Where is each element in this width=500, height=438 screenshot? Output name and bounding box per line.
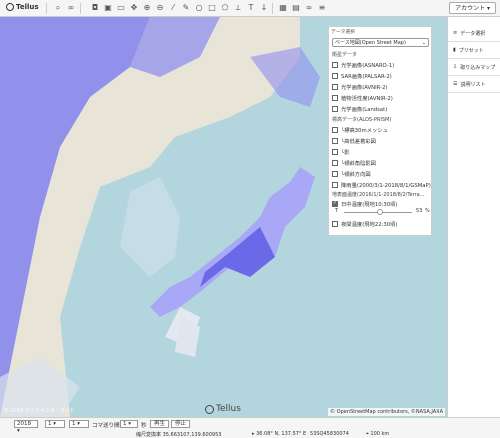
polygon-icon[interactable]: ⬠	[220, 3, 230, 13]
divider	[80, 3, 81, 14]
layer-toggle-night-temp[interactable]: 夜間温度(現地22:30頃)	[332, 220, 397, 228]
opacity-slider-row: T 53 %	[332, 208, 430, 216]
layer-toggle[interactable]: 光学画像(ASNARO-1)	[332, 61, 394, 69]
opacity-value: 53	[416, 208, 423, 214]
circle-icon[interactable]: ○	[194, 3, 204, 13]
section-temperature: 地表面温度(2016/1/1-2018/8/2/Terra...	[332, 192, 425, 198]
app-logo[interactable]: Tellus	[6, 3, 39, 11]
layers-icon[interactable]: ≡	[317, 3, 327, 13]
checkbox[interactable]	[332, 138, 338, 144]
layer-toggle[interactable]: └影	[332, 148, 350, 156]
folder-icon[interactable]: ▭	[116, 3, 126, 13]
account-button[interactable]: アカウント ▾	[449, 2, 496, 14]
layer-toggle[interactable]: └標高30mメッシュ	[332, 126, 388, 134]
layer-toggle[interactable]: └高低差着彩図	[332, 137, 376, 145]
panel-header: データ選択	[331, 30, 355, 35]
day-select[interactable]: 1 ▾	[69, 420, 89, 428]
layer-toggle[interactable]: 植物活性度(AVNIR-2)	[332, 94, 393, 102]
chevron-down-icon: ⌄	[421, 40, 426, 46]
layer-toggle[interactable]: └傾斜角陰影図	[332, 159, 376, 167]
layers-icon: ≡	[453, 30, 458, 36]
base-map-select[interactable]: ベース地図(Open Street Map) ⌄	[332, 38, 429, 47]
checkbox[interactable]	[332, 182, 338, 188]
layer-toggle-rainfall[interactable]: 降雨量(2000/3/1-2018/8/1/GSMaP)	[332, 181, 431, 189]
checkbox[interactable]	[332, 95, 338, 101]
section-elevation: 標高データ(ALOS-PRISM)	[332, 117, 392, 123]
zoom-in-icon[interactable]: ⊕	[142, 3, 152, 13]
checkbox[interactable]	[332, 160, 338, 166]
mgrs-readout: 53SQ45830074	[310, 431, 349, 437]
map-attribution[interactable]: © OpenStreetMap contributors, ©NASA,JAXA	[328, 408, 445, 416]
sidebar-item-import-map[interactable]: ⇩ 取り込みマップ	[448, 59, 500, 76]
map-brand: Tellus	[205, 404, 241, 414]
divider	[46, 3, 47, 14]
search-icon[interactable]: ⌕	[53, 3, 63, 13]
link-icon[interactable]: ∞	[66, 3, 76, 13]
sidebar-item-data-select[interactable]: ≡ データ選択	[448, 25, 500, 42]
checkbox[interactable]	[332, 73, 338, 79]
layer-toggle[interactable]: SAR画像(PALSAR-2)	[332, 72, 392, 80]
pointer-icon[interactable]: ✥	[129, 3, 139, 13]
pen-icon[interactable]: ✎	[181, 3, 191, 13]
ruler-icon[interactable]: ⟂	[233, 3, 243, 13]
grid-icon[interactable]: ▤	[291, 3, 301, 13]
play-button[interactable]: 再生	[150, 420, 170, 428]
logo-icon	[6, 3, 14, 11]
interval-unit: 秒	[141, 423, 147, 429]
table-icon[interactable]: ▦	[278, 3, 288, 13]
bookmark-icon: ▮	[453, 47, 456, 53]
share-link-icon[interactable]: ∞	[304, 3, 314, 13]
checkbox[interactable]	[332, 106, 338, 112]
checkbox[interactable]	[332, 127, 338, 133]
opacity-unit: %	[425, 208, 430, 214]
timeline-bar: 2018 ▾ 1 ▾ 1 ▾ コマ送り間隔 1 ▾ 秒 再生 停止 縮尺変換率 …	[0, 417, 500, 438]
list-icon: ☰	[453, 81, 458, 87]
checkbox[interactable]	[332, 221, 338, 227]
checkbox[interactable]	[332, 171, 338, 177]
brand-logo-icon	[205, 404, 214, 414]
layer-toggle[interactable]: 光学画像(Landsat)	[332, 105, 387, 113]
sidebar-item-preset[interactable]: ▮ プリセット	[448, 42, 500, 59]
text-icon[interactable]: T	[246, 3, 256, 13]
layer-toggle-day-temp[interactable]: 日中温度(現地10:30頃)	[332, 200, 397, 208]
coords-readout: ▸ 36.08° N, 137.57° E	[252, 431, 307, 437]
divider	[272, 3, 273, 14]
data-select-panel: データ選択 ベース地図(Open Street Map) ⌄ 衛星データ 光学画像…	[328, 26, 432, 236]
line-icon[interactable]: ⁄	[168, 3, 178, 13]
import-icon: ⇩	[453, 64, 458, 70]
camera-icon[interactable]: ◘	[90, 3, 100, 13]
sidebar-item-list[interactable]: ☰ 説明リスト	[448, 76, 500, 93]
scale-bar: ⌖ 100 km	[366, 431, 390, 437]
year-select[interactable]: 2018 ▾	[14, 420, 38, 434]
month-select[interactable]: 1 ▾	[45, 420, 65, 428]
rectangle-icon[interactable]: □	[207, 3, 217, 13]
checkbox[interactable]	[332, 149, 338, 155]
scale-info: 縮尺変換率 35.663107,139.600953	[136, 432, 222, 438]
opacity-label: T	[335, 208, 339, 214]
right-sidebar: ≡ データ選択 ▮ プリセット ⇩ 取り込みマップ ☰ 説明リスト	[447, 17, 500, 417]
download-icon[interactable]: ↓	[259, 3, 269, 13]
layer-toggle[interactable]: 光学画像(AVNIR-2)	[332, 83, 388, 91]
interval-select[interactable]: 1 ▾	[120, 420, 138, 428]
checkbox[interactable]	[332, 62, 338, 68]
toolbar: Tellus ⌕ ∞ ◘ ▣ ▭ ✥ ⊕ ⊖ ⁄ ✎ ○ □ ⬠ ⟂ T ↓ ▦…	[0, 0, 500, 17]
image-icon[interactable]: ▣	[103, 3, 113, 13]
opacity-slider-handle[interactable]	[377, 209, 384, 215]
checkbox[interactable]	[332, 200, 338, 207]
zoom-out-icon[interactable]: ⊖	[155, 3, 165, 13]
map-copyright: © 2018 さくらインターネット	[4, 408, 75, 414]
stop-button[interactable]: 停止	[171, 420, 191, 428]
section-satellite: 衛星データ	[332, 52, 358, 58]
checkbox[interactable]	[332, 84, 338, 90]
layer-toggle[interactable]: └傾斜方向図	[332, 170, 371, 178]
